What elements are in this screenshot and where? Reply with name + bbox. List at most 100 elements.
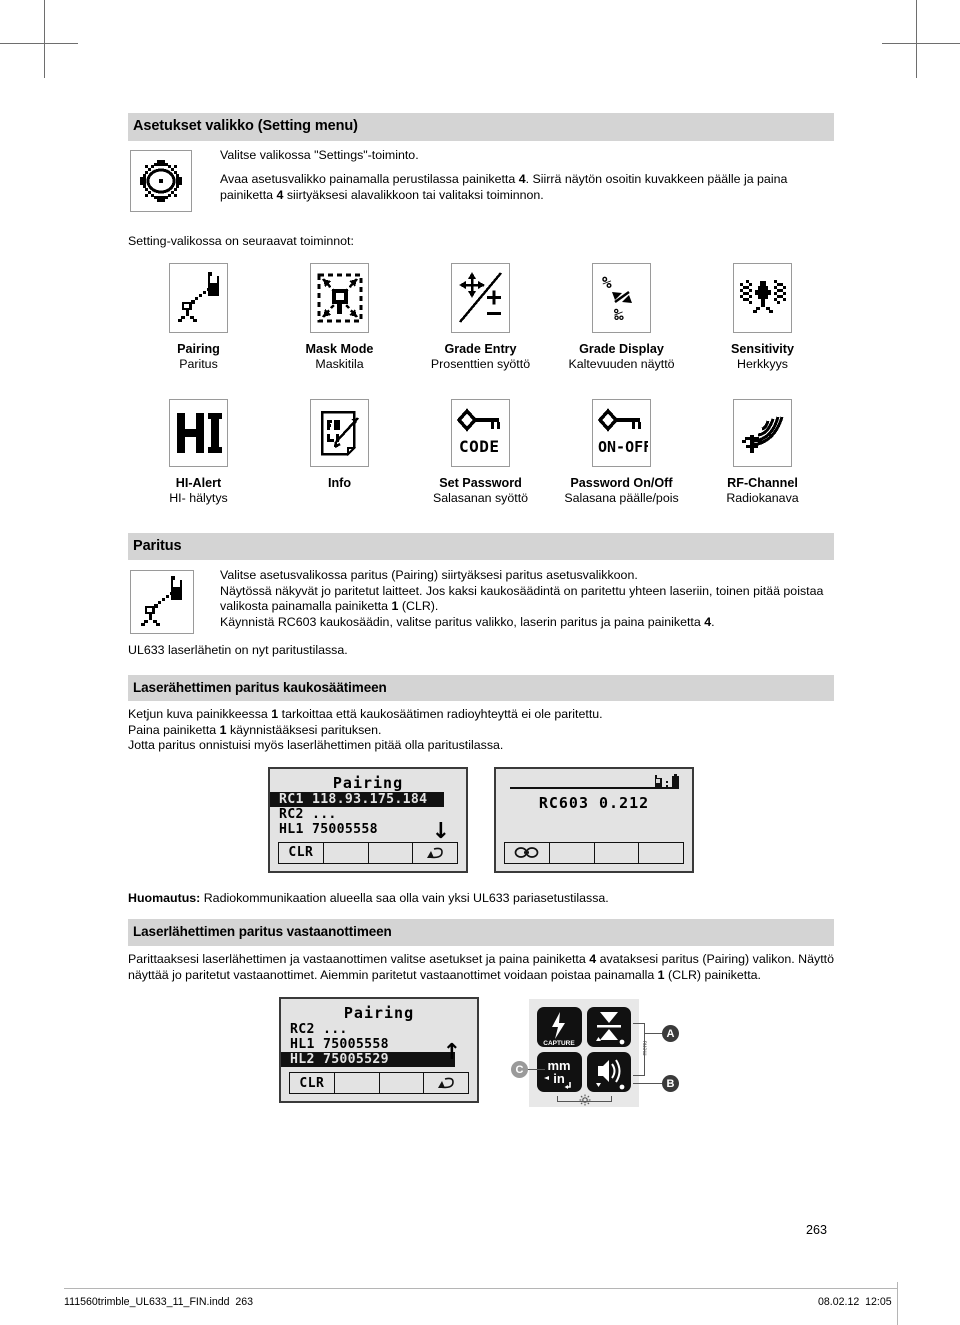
menu-item-grade-display[interactable]: % ‰ Grade Display Kaltevuuden näyttö (551, 262, 692, 371)
mask-mode-icon (310, 262, 369, 333)
remote-line-2: Paina painiketta 1 käynnistääksesi parit… (128, 722, 382, 737)
gear-icon (130, 149, 192, 212)
paritus-block: Valitse asetusvalikossa paritus (Pairing… (128, 568, 834, 638)
back-arrow-icon[interactable] (424, 1073, 468, 1093)
capture-bolt-icon[interactable]: CAPTURE (537, 1007, 582, 1048)
paritus-lines: Valitse asetusvalikossa paritus (Pairing… (220, 568, 834, 630)
menu-item-set-password[interactable]: CODE Set Password Salasanan syöttö (410, 398, 551, 505)
brightness-icon (579, 1094, 591, 1106)
rf-channel-icon (733, 398, 792, 467)
menu-item-label-en: Pairing (177, 341, 220, 356)
crop-mark-top-right-vertical (916, 0, 917, 78)
menu-item-label-fi: Herkkyys (737, 356, 788, 371)
crop-mark-top-right-horizontal (882, 43, 960, 44)
softkey-clr[interactable]: CLR (290, 1073, 335, 1094)
softkey-empty-3[interactable] (639, 843, 683, 863)
footer-timestamp: 08.02.12 12:05 (818, 1296, 892, 1308)
crop-mark-top-left-vertical (44, 0, 45, 78)
menu-item-label-en: Grade Entry (444, 341, 517, 356)
softkey-empty-2[interactable] (595, 842, 640, 863)
svg-text:CODE: CODE (459, 437, 500, 456)
menu-item-label-en: Sensitivity (731, 341, 794, 356)
pairing-icon (169, 262, 228, 333)
setting-menu-after-line: Setting-valikossa on seuraavat toiminnot… (128, 233, 354, 248)
setting-menu-intro: Valitse valikossa "Settings"-toiminto. A… (128, 148, 834, 226)
lcd-row[interactable]: RC2 ... (281, 1022, 477, 1037)
lcd-title: Pairing (343, 1004, 415, 1023)
mm-in-icon[interactable]: mm in (537, 1052, 582, 1093)
menu-item-label-fi: Radiokanava (726, 490, 799, 505)
footer-file-info: 111560trimble_UL633_11_FIN.indd 263 (64, 1296, 253, 1308)
softkey-empty-1[interactable] (324, 842, 369, 863)
menu-item-password-onoff[interactable]: ON-OFF Password On/Off Salasana päälle/p… (551, 398, 692, 505)
scroll-down-arrow-icon: ↓ (431, 818, 450, 844)
menu-item-pairing[interactable]: Pairing Paritus (128, 262, 269, 371)
keypad-brace-right (611, 1096, 612, 1103)
svg-text:ON-OFF: ON-OFF (598, 438, 648, 456)
menu-label: menu (642, 1040, 649, 1056)
paritus-line-2: Näytössä näkyvät jo paritetut laitteet. … (220, 583, 824, 614)
menu-item-label-fi: HI- hälytys (169, 490, 228, 505)
receiver-pairing-text: Parittaaksesi laserlähettimen ja vastaan… (128, 951, 834, 982)
menu-item-label-en: Info (327, 475, 352, 490)
lcd-row-selected[interactable]: HL2 75005529 (281, 1052, 455, 1068)
receiver-keypad: CAPTURE mm in (529, 999, 639, 1108)
back-arrow-icon[interactable] (413, 843, 457, 863)
note-label: Huomautus: (128, 890, 201, 905)
lcd-display-pairing-left: Pairing RC1 118.93.175.184 RC2 ... HL1 7… (268, 766, 468, 873)
footer-vertical-rule (897, 1282, 898, 1325)
hourglass-grade-icon[interactable] (586, 1007, 631, 1048)
lcd-softkey-bar (504, 841, 684, 864)
svg-text:‰: ‰ (614, 305, 624, 324)
icon-grid-row-2: HI-Alert HI- hälytys Info CODE Set Passw… (128, 398, 834, 505)
page-content: Asetukset valikko (Setting menu) Valitse… (128, 113, 834, 1109)
battery-icon (672, 773, 679, 789)
menu-item-rf-channel[interactable]: RF-Channel Radiokanava (692, 398, 833, 505)
softkey-clr[interactable]: CLR (279, 842, 324, 863)
menu-item-hi-alert[interactable]: HI-Alert HI- hälytys (128, 398, 269, 505)
paritus-after-line: UL633 laserlähetin on nyt paritustilassa… (128, 643, 348, 657)
set-password-icon: CODE (451, 398, 510, 467)
chain-link-icon[interactable] (505, 842, 550, 863)
crop-mark-top-left-horizontal (0, 43, 78, 44)
setting-menu-paragraph-1: Valitse valikossa "Settings"-toiminto. (220, 147, 419, 162)
menu-item-mask-mode[interactable]: Mask Mode Maskitila (269, 262, 410, 371)
menu-item-sensitivity[interactable]: Sensitivity Herkkyys (692, 262, 833, 371)
grade-entry-icon (451, 262, 510, 333)
footer-divider (64, 1288, 898, 1289)
footer-date: 08.02.12 (818, 1296, 860, 1308)
hi-alert-icon (169, 398, 228, 467)
callout-line-a-out (644, 1033, 662, 1035)
note-text: Radiokommunikaation alueella saa olla va… (203, 890, 609, 905)
menu-item-grade-entry[interactable]: Grade Entry Prosenttien syöttö (410, 262, 551, 371)
softkey-empty-2[interactable] (380, 1073, 425, 1094)
lcd-title: Pairing (332, 773, 404, 792)
paritus-line-3: Käynnistä RC603 kaukosäädin, valitse par… (220, 614, 715, 629)
scroll-up-arrow-icon: ↑ (442, 1040, 461, 1066)
softkey-empty-1[interactable] (550, 842, 595, 863)
speaker-icon[interactable] (586, 1052, 631, 1093)
softkey-empty-1[interactable] (335, 1073, 380, 1094)
menu-item-label-fi: Salasana päälle/pois (564, 490, 679, 505)
lcd-status-icons (655, 773, 680, 789)
footer-file-name: 111560trimble_UL633_11_FIN.indd (64, 1296, 230, 1308)
password-onoff-icon: ON-OFF (592, 398, 651, 467)
section-header-paritus: Paritus (128, 532, 834, 560)
menu-item-label-en: Mask Mode (305, 341, 374, 356)
callout-a: A (662, 1025, 679, 1043)
lcd-divider (510, 786, 678, 789)
menu-item-label-fi: Prosenttien syöttö (430, 356, 531, 371)
lcd-row-selected[interactable]: RC1 118.93.175.184 (270, 791, 444, 807)
lcd-remote-value: RC603 0.212 (538, 793, 650, 812)
setting-menu-paragraphs: Valitse valikossa "Settings"-toiminto. A… (220, 148, 834, 204)
section-header-remote-pairing: Laserähettimen paritus kaukosäätimeen (128, 674, 834, 702)
svg-text:CAPTURE: CAPTURE (544, 1040, 576, 1047)
footer-time: 12:05 (865, 1296, 892, 1308)
lcd-softkey-bar: CLR (289, 1072, 469, 1095)
menu-item-label-en: Password On/Off (570, 475, 673, 490)
menu-item-info[interactable]: Info (269, 398, 410, 505)
softkey-empty-2[interactable] (369, 842, 414, 863)
keypad-brace-left (557, 1096, 558, 1103)
note-huomautus: Huomautus: Radiokommunikaation alueella … (128, 891, 834, 907)
lcd-display-remote-right: RC603 0.212 (494, 766, 694, 873)
